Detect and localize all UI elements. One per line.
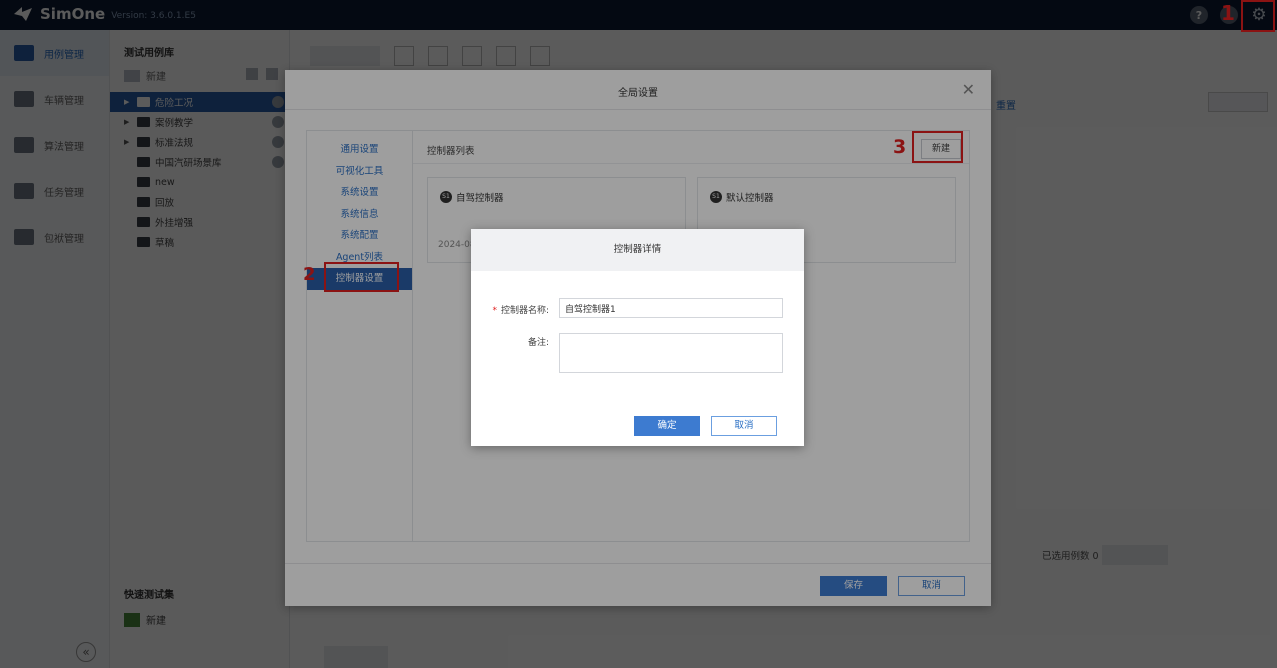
confirm-button[interactable]: 确定 [634,416,700,436]
controller-name-input[interactable] [559,298,783,318]
note-textarea[interactable] [559,333,783,373]
controller-name-label-text: 控制器名称: [500,306,549,316]
note-label: 备注: [527,338,549,348]
dialog-title: 控制器详情 [471,229,804,271]
required-mark: * [492,306,497,316]
controller-name-label: * 控制器名称: [479,303,549,316]
controller-detail-dialog: 控制器详情 *控制器名称: 备注: 确定 取消 [471,229,804,446]
cancel-button[interactable]: 取消 [711,416,777,436]
